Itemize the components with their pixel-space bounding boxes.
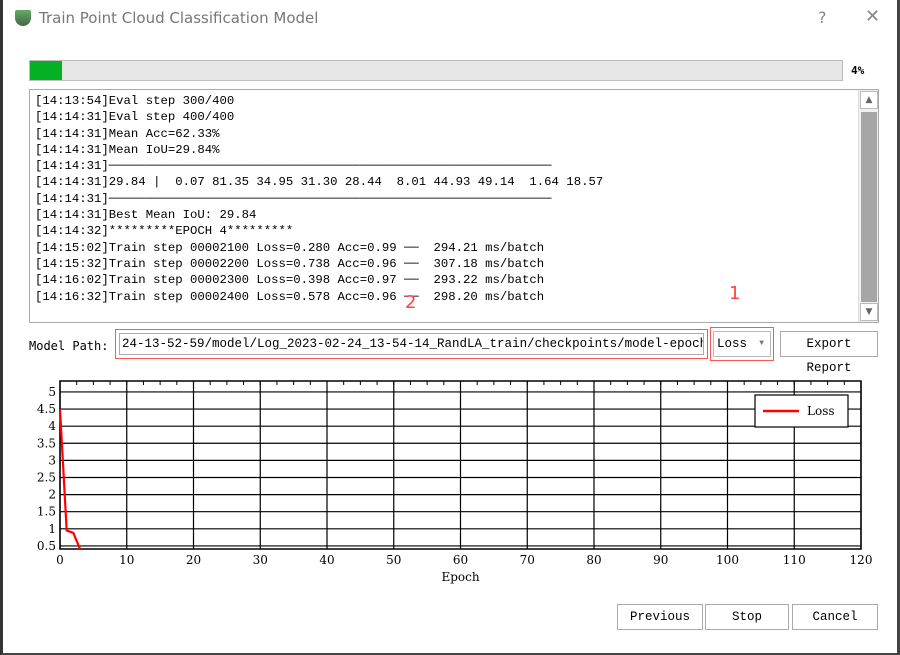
x-tick-label: 100 [716, 553, 739, 567]
title-bar: Train Point Cloud Classification Model ?… [3, 0, 900, 36]
legend-label: Loss [807, 404, 835, 418]
log-line: [14:16:02]Train step 00002300 Loss=0.398… [35, 273, 545, 288]
log-output[interactable]: [14:13:54]Eval step 300/400 [14:14:31]Eva… [29, 89, 879, 323]
help-button[interactable]: ? [818, 8, 827, 27]
y-tick-label: 5 [48, 385, 56, 399]
previous-button[interactable]: Previous [617, 604, 703, 630]
x-tick-label: 30 [253, 553, 268, 567]
x-tick-label: 70 [520, 553, 535, 567]
app-logo-icon [15, 10, 31, 26]
x-tick-label: 40 [319, 553, 334, 567]
log-line: [14:15:02]Train step 00002100 Loss=0.280… [35, 240, 545, 255]
loss-chart: 0 10 20 30 40 50 60 70 80 90 100 110 120 0.5 1 1.5 2 2.5 3… [37, 380, 873, 584]
y-tick-label: 4 [48, 419, 56, 433]
log-line: [14:13:54]Eval step 300/400 [35, 94, 235, 108]
scroll-thumb[interactable] [861, 112, 877, 302]
close-button[interactable]: ✕ [865, 6, 880, 27]
stop-button[interactable]: Stop [705, 604, 789, 630]
y-tick-label: 2.5 [37, 470, 56, 484]
scroll-down-icon[interactable]: ▼ [860, 303, 878, 321]
log-line: [14:15:32]Train step 00002200 Loss=0.738… [35, 256, 545, 271]
annotation-number-2: 2 [405, 292, 417, 313]
x-tick-label: 80 [586, 553, 601, 567]
log-line: [14:14:31]Best Mean IoU: 29.84 [35, 208, 257, 223]
y-tick-label: 4.5 [37, 402, 56, 416]
x-tick-label: 20 [186, 553, 201, 567]
annotation-box-metric [710, 327, 774, 361]
x-tick-label: 120 [850, 553, 873, 567]
progress-percent: 4% [851, 64, 865, 77]
log-line: [14:14:31]Mean IoU=29.84% [35, 142, 220, 157]
log-line: [14:14:32]*********EPOCH 4********* [35, 224, 294, 239]
export-report-button[interactable]: Export Report [780, 331, 878, 375]
y-tick-label: 2 [48, 488, 56, 502]
annotation-number-1: 1 [729, 283, 741, 304]
x-tick-label: 0 [56, 553, 64, 567]
model-path-label: Model Path: [29, 339, 109, 353]
log-line: [14:16:32]Train step 00002400 Loss=0.578… [35, 289, 545, 304]
y-tick-label: 0.5 [37, 539, 56, 553]
x-tick-label: 60 [453, 553, 468, 567]
annotation-box-path [115, 329, 708, 359]
scroll-up-icon[interactable]: ▲ [860, 91, 878, 109]
log-lines: [14:13:54]Eval step 300/400 [14:14:31]Eva… [35, 93, 603, 305]
x-axis-label: Epoch [441, 570, 479, 584]
log-line: [14:14:31]──────────────────────────────… [35, 159, 552, 174]
progress-fill [30, 61, 63, 80]
x-tick-label: 110 [783, 553, 806, 567]
log-line: [14:14:31]──────────────────────────────… [35, 191, 552, 206]
log-line: [14:14:31]Mean Acc=62.33% [35, 126, 220, 141]
cancel-button[interactable]: Cancel [792, 604, 878, 630]
dialog-window: Train Point Cloud Classification Model ?… [0, 0, 900, 655]
x-tick-label: 50 [386, 553, 401, 567]
y-tick-label: 3 [48, 453, 56, 467]
x-tick-label: 90 [653, 553, 668, 567]
log-line: [14:14:31]29.84 | 0.07 81.35 34.95 31.30… [35, 175, 604, 190]
progress-bar [29, 60, 843, 81]
y-tick-label: 3.5 [37, 436, 56, 450]
window-title: Train Point Cloud Classification Model [39, 9, 319, 27]
log-line: [14:14:31]Eval step 400/400 [35, 110, 235, 125]
y-tick-label: 1 [48, 522, 56, 536]
y-tick-label: 1.5 [37, 505, 56, 519]
x-tick-label: 10 [119, 553, 134, 567]
scrollbar[interactable]: ▲ ▼ [858, 90, 878, 322]
